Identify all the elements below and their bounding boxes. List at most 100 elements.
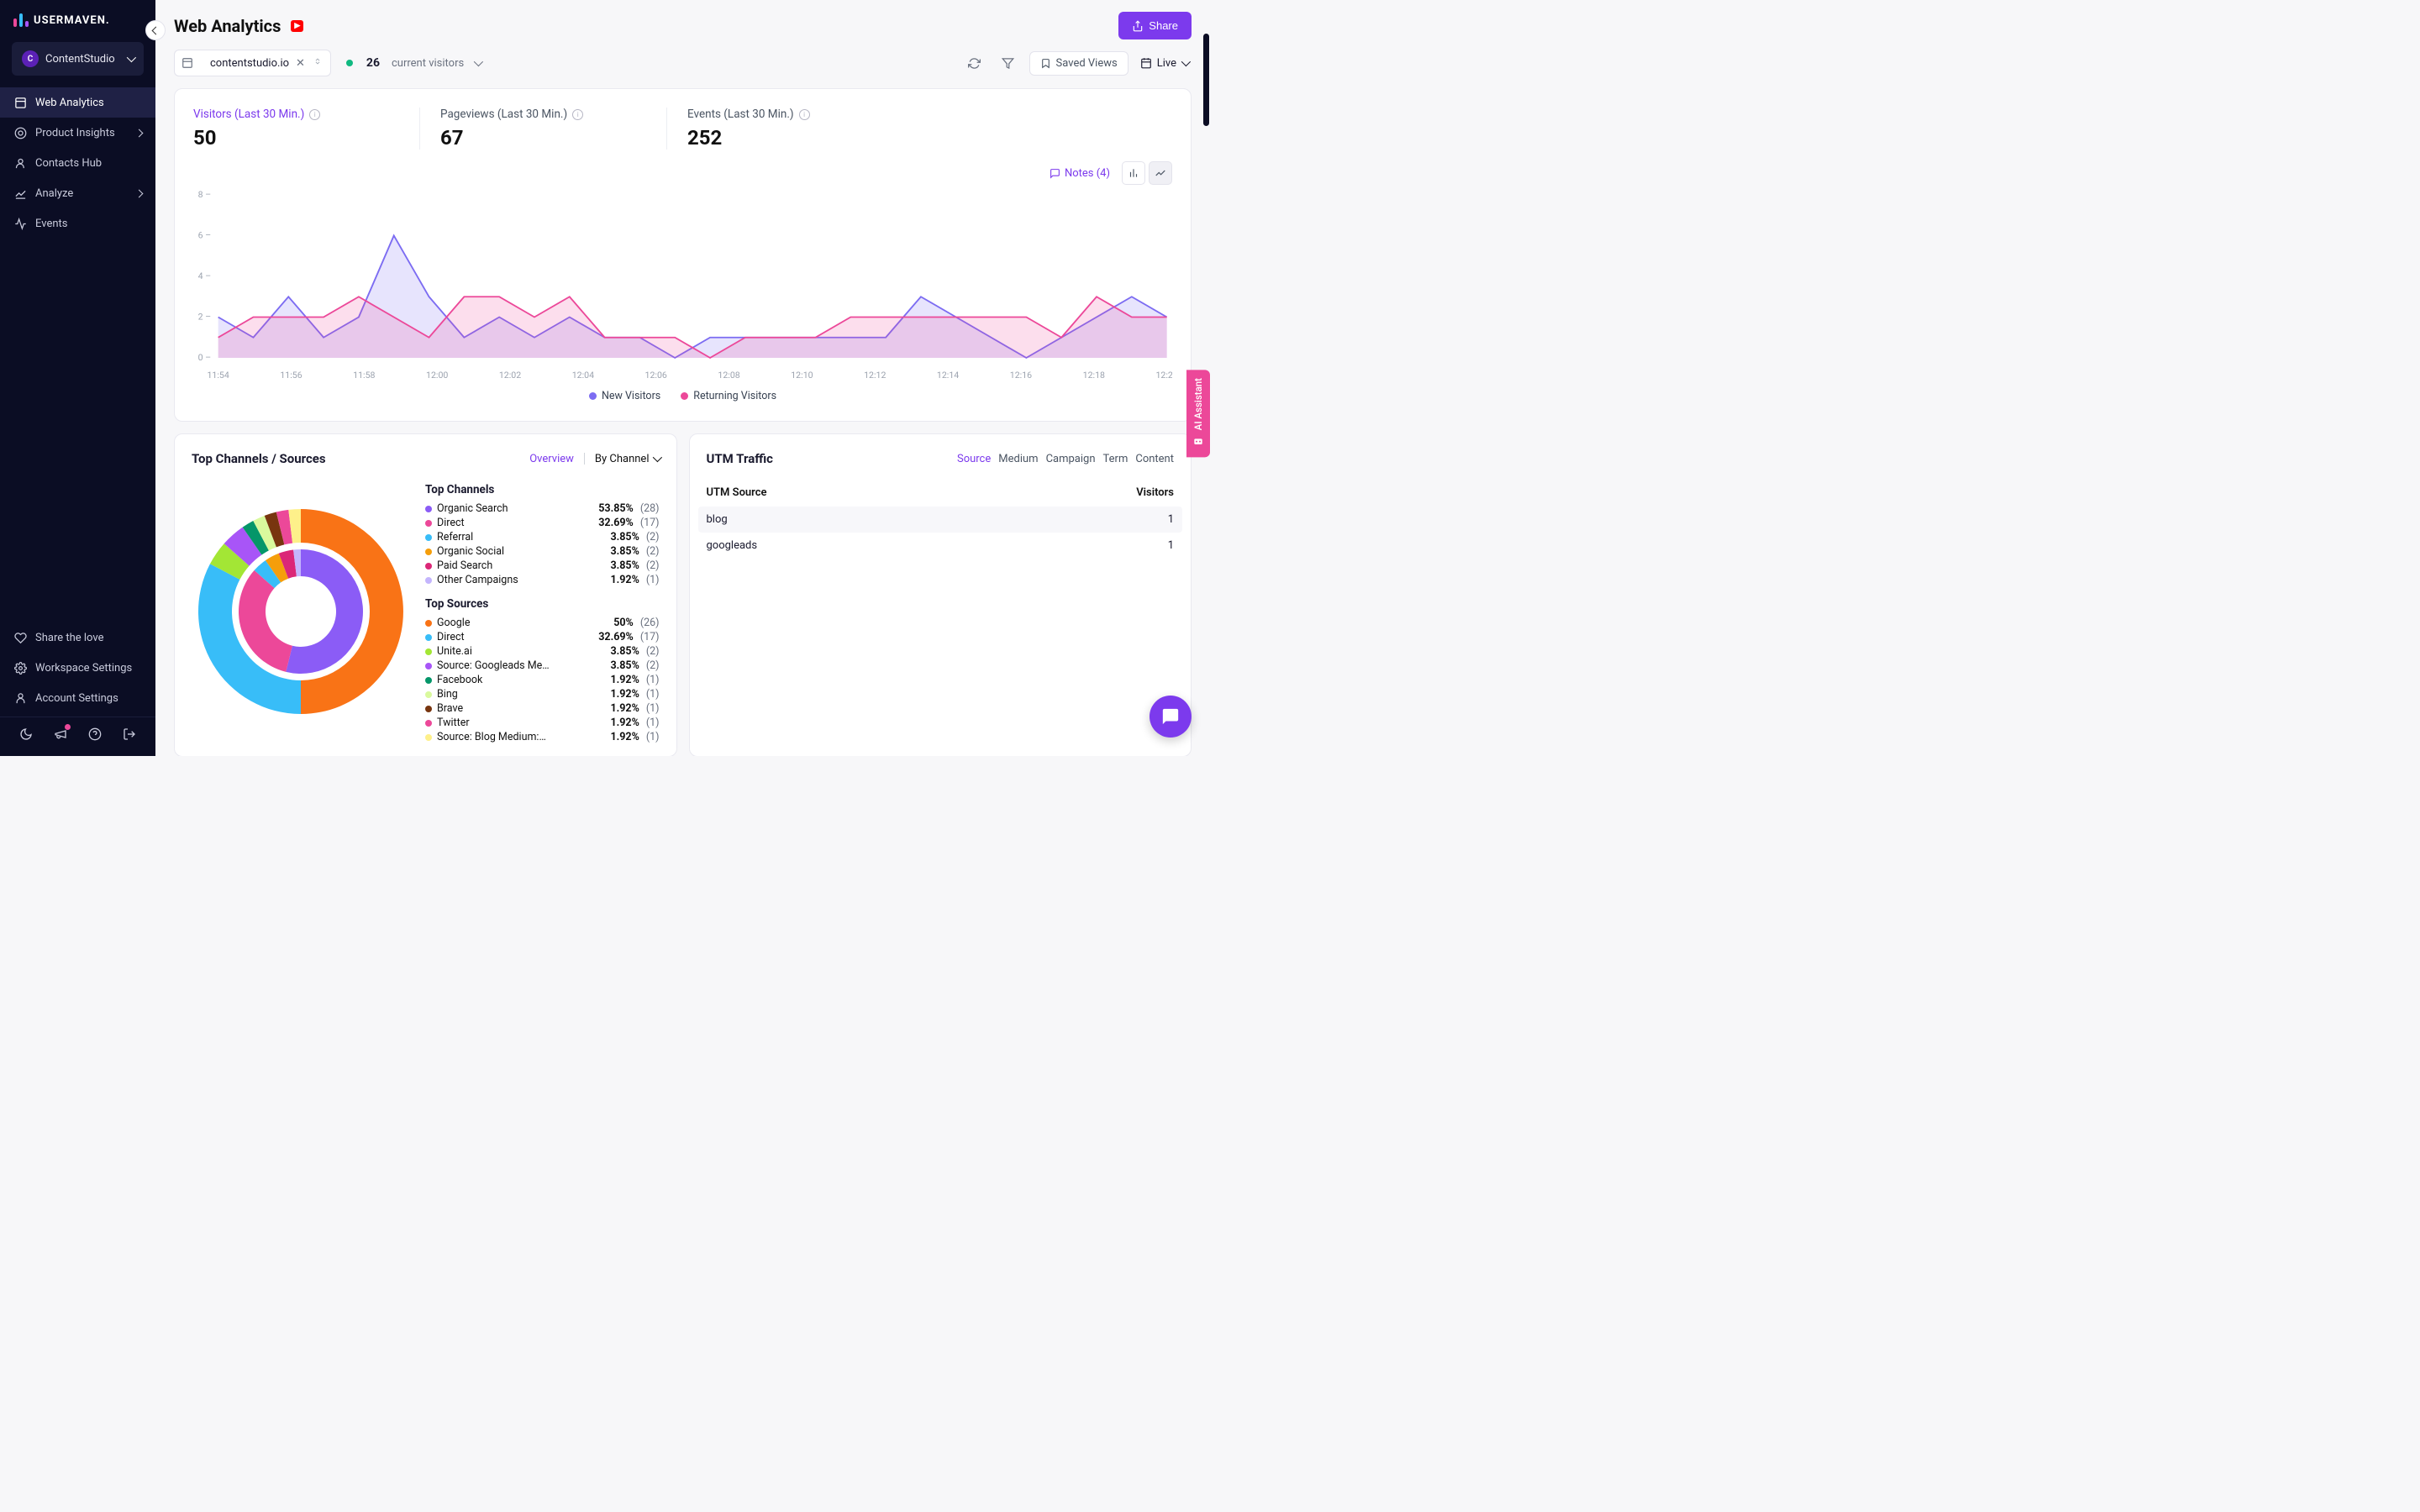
list-item[interactable]: Twitter 1.92% (1) xyxy=(425,716,660,730)
list-item[interactable]: Referral 3.85% (2) xyxy=(425,530,660,544)
workspace-selector[interactable]: C ContentStudio xyxy=(12,42,144,76)
table-row[interactable]: googleads 1 xyxy=(698,533,1183,559)
chart-icon xyxy=(13,186,27,200)
chevron-right-icon xyxy=(135,129,144,137)
remove-domain-button[interactable]: ✕ xyxy=(296,57,305,70)
visitor-count-label: current visitors xyxy=(392,57,464,70)
metric-visitors[interactable]: Visitors (Last 30 Min.)i 50 xyxy=(193,108,420,150)
list-label: Google xyxy=(437,617,608,629)
list-item[interactable]: Bing 1.92% (1) xyxy=(425,687,660,701)
list-label: Direct xyxy=(437,517,593,529)
list-percent: 1.92% xyxy=(610,674,639,686)
utm-tab-source[interactable]: Source xyxy=(957,453,991,465)
svg-text:4 –: 4 – xyxy=(198,270,212,281)
utm-tab-medium[interactable]: Medium xyxy=(998,453,1038,465)
sidebar-item-web-analytics[interactable]: Web Analytics xyxy=(0,87,155,118)
utm-source: googleads xyxy=(707,539,758,552)
sidebar-item-events[interactable]: Events xyxy=(0,208,155,239)
by-channel-select[interactable]: By Channel xyxy=(595,453,660,465)
chevron-down-icon xyxy=(127,53,136,62)
refresh-button[interactable] xyxy=(962,50,987,76)
sidebar-item-account-settings[interactable]: Account Settings xyxy=(0,683,155,713)
list-item[interactable]: Organic Social 3.85% (2) xyxy=(425,544,660,559)
utm-visitors: 1 xyxy=(1168,539,1174,552)
svg-text:8 –: 8 – xyxy=(198,190,212,200)
list-count: (28) xyxy=(640,502,660,515)
svg-text:12:20: 12:20 xyxy=(1155,370,1172,381)
live-status-dot-icon xyxy=(346,60,353,66)
date-range-select[interactable]: Live xyxy=(1137,52,1192,75)
notes-link[interactable]: Notes (4) xyxy=(1050,167,1110,180)
tab-overview[interactable]: Overview xyxy=(529,453,574,465)
chat-button[interactable] xyxy=(1150,696,1192,738)
saved-views-button[interactable]: Saved Views xyxy=(1029,51,1128,76)
info-icon[interactable]: i xyxy=(572,109,583,120)
info-icon[interactable]: i xyxy=(309,109,320,120)
sidebar-item-contacts-hub[interactable]: Contacts Hub xyxy=(0,148,155,178)
sidebar-item-product-insights[interactable]: Product Insights xyxy=(0,118,155,148)
chevron-left-icon xyxy=(151,26,160,34)
bookmark-icon xyxy=(1040,58,1051,69)
top-sources-title: Top Sources xyxy=(425,597,660,611)
list-item[interactable]: Source: Googleads Me… 3.85% (2) xyxy=(425,659,660,673)
list-label: Facebook xyxy=(437,674,605,686)
sidebar-item-analyze[interactable]: Analyze xyxy=(0,178,155,208)
bar-chart-toggle[interactable] xyxy=(1122,161,1145,185)
layout-icon[interactable] xyxy=(174,50,201,76)
legend-returning: Returning Visitors xyxy=(693,390,776,402)
list-item[interactable]: Other Campaigns 1.92% (1) xyxy=(425,573,660,587)
table-row[interactable]: blog1 xyxy=(698,507,1183,533)
domain-chip[interactable]: contentstudio.io ✕ xyxy=(200,50,331,76)
list-item[interactable]: Unite.ai 3.85% (2) xyxy=(425,644,660,659)
svg-text:12:18: 12:18 xyxy=(1083,370,1106,381)
domain-text: contentstudio.io xyxy=(210,57,289,70)
list-percent: 3.85% xyxy=(610,659,639,672)
svg-text:12:12: 12:12 xyxy=(864,370,886,381)
legend-dot-icon xyxy=(589,392,597,400)
list-label: Other Campaigns xyxy=(437,574,605,586)
list-item[interactable]: Direct 32.69% (17) xyxy=(425,516,660,530)
color-dot-icon xyxy=(425,734,432,741)
svg-text:11:54: 11:54 xyxy=(207,370,229,381)
utm-tab-campaign[interactable]: Campaign xyxy=(1046,453,1096,465)
color-dot-icon xyxy=(425,577,432,584)
line-chart-toggle[interactable] xyxy=(1149,161,1172,185)
list-item[interactable]: Paid Search 3.85% (2) xyxy=(425,559,660,573)
youtube-badge-icon[interactable]: ▶ xyxy=(291,20,303,32)
metric-label: Pageviews (Last 30 Min.) xyxy=(440,108,567,121)
list-count: (1) xyxy=(646,702,660,715)
list-item[interactable]: Brave 1.92% (1) xyxy=(425,701,660,716)
list-item[interactable]: Direct 32.69% (17) xyxy=(425,630,660,644)
metric-events[interactable]: Events (Last 30 Min.)i 252 xyxy=(687,108,914,150)
comment-icon xyxy=(1050,168,1060,179)
sidebar-item-share-the-love[interactable]: Share the love xyxy=(0,622,155,653)
sidebar-item-workspace-settings[interactable]: Workspace Settings xyxy=(0,653,155,683)
utm-tab-content[interactable]: Content xyxy=(1135,453,1174,465)
ai-assistant-button[interactable]: AI Assistant xyxy=(1186,370,1210,457)
chevron-right-icon xyxy=(135,189,144,197)
list-item[interactable]: Google 50% (26) xyxy=(425,616,660,630)
list-item[interactable]: Source: Blog Medium:… 1.92% (1) xyxy=(425,730,660,744)
donut-chart xyxy=(192,478,410,744)
sidebar-item-label: Events xyxy=(35,218,67,230)
theme-toggle[interactable] xyxy=(19,727,33,744)
scrollbar-thumb[interactable] xyxy=(1203,34,1209,126)
share-button[interactable]: Share xyxy=(1118,12,1192,39)
logout-button[interactable] xyxy=(123,727,136,744)
list-label: Referral xyxy=(437,531,605,543)
sidebar-collapse-button[interactable] xyxy=(145,20,166,40)
chevron-down-icon[interactable] xyxy=(474,57,483,66)
list-count: (17) xyxy=(640,631,660,643)
chevron-down-icon xyxy=(1181,57,1191,66)
list-item[interactable]: Facebook 1.92% (1) xyxy=(425,673,660,687)
visitors-chart: 0 –2 –4 –6 –8 –11:5411:5611:5812:0012:02… xyxy=(193,190,1172,383)
filter-button[interactable] xyxy=(996,50,1021,76)
utm-tab-term[interactable]: Term xyxy=(1103,453,1128,465)
metric-pageviews[interactable]: Pageviews (Last 30 Min.)i 67 xyxy=(440,108,667,150)
help-button[interactable] xyxy=(88,727,102,744)
list-item[interactable]: Organic Search 53.85% (28) xyxy=(425,501,660,516)
info-icon[interactable]: i xyxy=(799,109,810,120)
announcement-button[interactable] xyxy=(54,727,67,744)
channels-card: Top Channels / Sources Overview By Chann… xyxy=(174,433,677,756)
content-scroll: Visitors (Last 30 Min.)i 50 Pageviews (L… xyxy=(155,88,1210,756)
